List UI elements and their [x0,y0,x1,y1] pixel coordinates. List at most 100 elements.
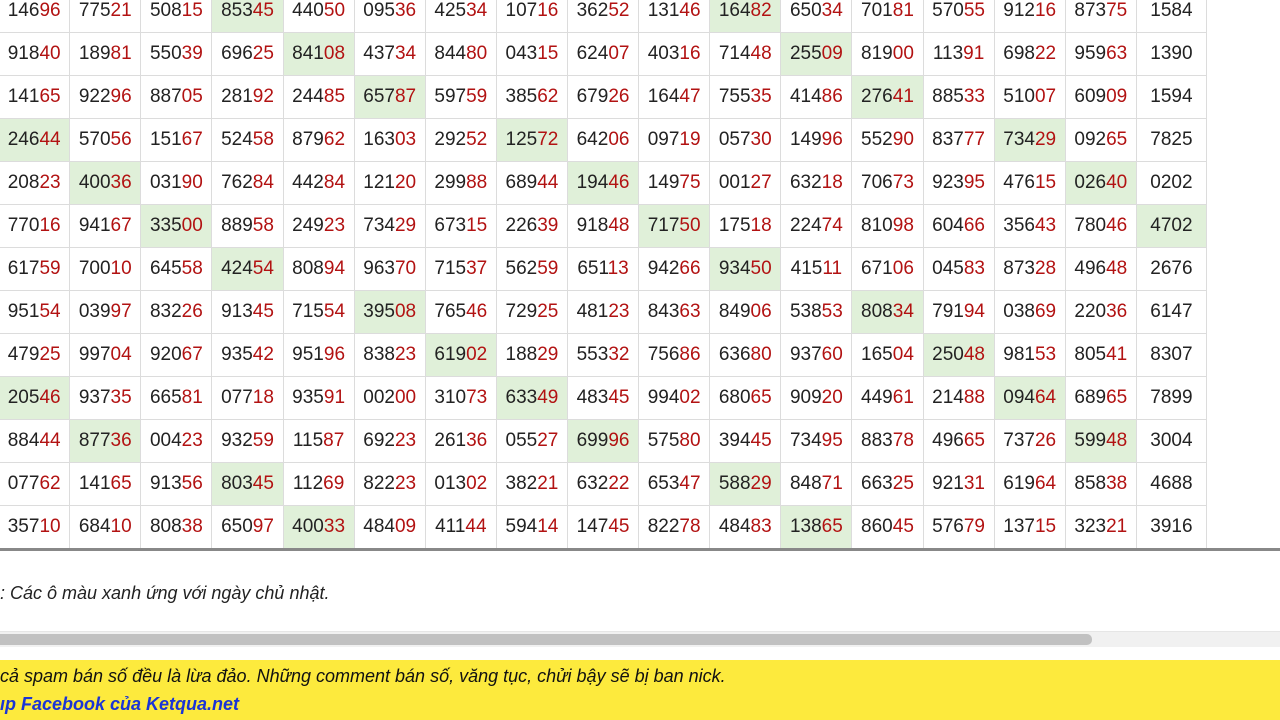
result-tail-digits: 65 [1106,387,1128,408]
result-cell: 65034 [780,0,853,33]
result-cell: 99704 [69,333,142,377]
result-cell-sunday: 12572 [495,118,568,162]
result-cell: 71448 [709,32,782,76]
result-head-digits: 632 [576,473,609,494]
result-head-digits: 619 [434,344,467,365]
result-head-digits: 250 [932,344,964,365]
result-cell: 93591 [282,376,355,420]
horizontal-scrollbar[interactable] [0,631,1280,647]
facebook-group-link[interactable]: ıp Facebook của Ketqua.net [0,694,239,715]
result-head-digits: 934 [718,258,751,279]
result-head-digits: 909 [789,387,822,408]
result-tail-digits: 25 [252,43,274,64]
result-cell: 72925 [495,290,568,334]
result-cell: 85838 [1064,462,1137,506]
sunday-legend-note: : Các ô màu xanh ứng với ngày chủ nhật. [0,583,330,603]
result-head-digits: 276 [861,86,893,107]
result-head-digits: 281 [221,86,253,107]
result-head-digits: 604 [932,215,964,236]
result-cell: 71537 [424,247,497,291]
result-head-digits: 255 [789,43,822,64]
result-head-digits: 959 [1074,43,1107,64]
result-cell: 48123 [566,290,640,334]
result-cell: 55332 [566,333,640,377]
result-head-digits: 261 [434,430,467,451]
result-head-digits: 147 [576,516,609,537]
horizontal-scrollbar-thumb[interactable] [0,634,1092,645]
result-tail-digits: 90 [181,172,203,193]
result-head-digits: 981 [1003,344,1035,365]
result-head-digits: 1390 [1150,43,1193,64]
result-head-digits: 0202 [1150,172,1193,193]
result-cell: 07718 [211,376,284,420]
result-tail-digits: 56 [181,473,203,494]
result-tail-digits: 82 [750,0,772,21]
result-cell: 63218 [780,161,853,205]
result-tail-digits: 64 [1034,387,1057,408]
result-head-digits: 562 [505,258,538,279]
results-table-container: 2916014696775215081585345440500953642534… [0,0,1280,549]
result-cell: 84363 [638,290,711,334]
result-cell-sunday: 13865 [780,505,853,549]
result-head-digits: 597 [434,86,467,107]
result-cell: 99402 [638,376,711,420]
result-tail-digits: 06 [608,129,630,150]
result-cell: 48409 [353,505,426,549]
result-tail-digits: 62 [39,473,61,494]
result-head-digits: 246 [7,129,40,150]
result-cell: 93760 [780,333,853,377]
result-tail-digits: 97 [252,516,274,537]
result-head-digits: 935 [221,344,253,365]
result-cell: 01302 [424,462,497,506]
result-tail-digits: 36 [466,430,488,451]
result-head-digits: 403 [647,43,680,64]
result-cell: 57055 [922,0,995,33]
result-tail-digits: 39 [537,215,559,236]
table-row: 2916014696775215081585345440500953642534… [0,0,1208,33]
result-tail-digits: 25 [537,301,559,322]
result-tail-digits: 04 [892,344,914,365]
result-head-digits: 095 [363,0,395,21]
result-head-digits: 013 [434,473,467,494]
result-tail-digits: 86 [821,86,843,107]
result-cell: 80894 [282,247,355,291]
result-tail-digits: 91 [323,387,346,408]
result-cell: 56259 [495,247,568,291]
result-cell: 88533 [922,75,995,119]
result-tail-digits: 28 [1034,258,1057,279]
result-cell: 87328 [993,247,1066,291]
result-head-digits: 858 [1074,473,1107,494]
result-head-digits: 1594 [1150,86,1193,107]
result-head-digits: 734 [789,430,822,451]
result-head-digits: 617 [7,258,40,279]
result-cell: 41486 [780,75,853,119]
result-cell: 82223 [353,462,426,506]
result-head-digits: 755 [718,86,751,107]
result-tail-digits: 86 [679,344,701,365]
result-cell: 49648 [1064,247,1137,291]
result-cell: 12120 [353,161,426,205]
result-head-digits: 689 [1074,387,1107,408]
result-tail-digits: 78 [679,516,701,537]
result-head-digits: 770 [7,215,40,236]
result-cell-sunday: 25509 [780,32,853,76]
result-tail-digits: 65 [39,86,61,107]
result-tail-digits: 07 [608,43,630,64]
result-head-digits: 699 [576,430,609,451]
result-head-digits: 737 [1003,430,1035,451]
result-cell: 84480 [424,32,497,76]
result-head-digits: 717 [647,215,680,236]
result-tail-digits: 65 [963,430,985,451]
result-head-digits: 097 [647,129,680,150]
result-tail-digits: 60 [821,344,843,365]
result-cell: 35710 [0,505,71,549]
result-cell: 1390 [1135,32,1208,76]
result-tail-digits: 54 [252,258,274,279]
result-head-digits: 299 [434,172,467,193]
result-tail-digits: 79 [963,516,985,537]
result-head-digits: 442 [292,172,324,193]
result-tail-digits: 10 [39,516,61,537]
result-tail-digits: 48 [1106,430,1128,451]
result-cell: 77016 [0,204,71,248]
result-cell: 41511 [780,247,853,291]
